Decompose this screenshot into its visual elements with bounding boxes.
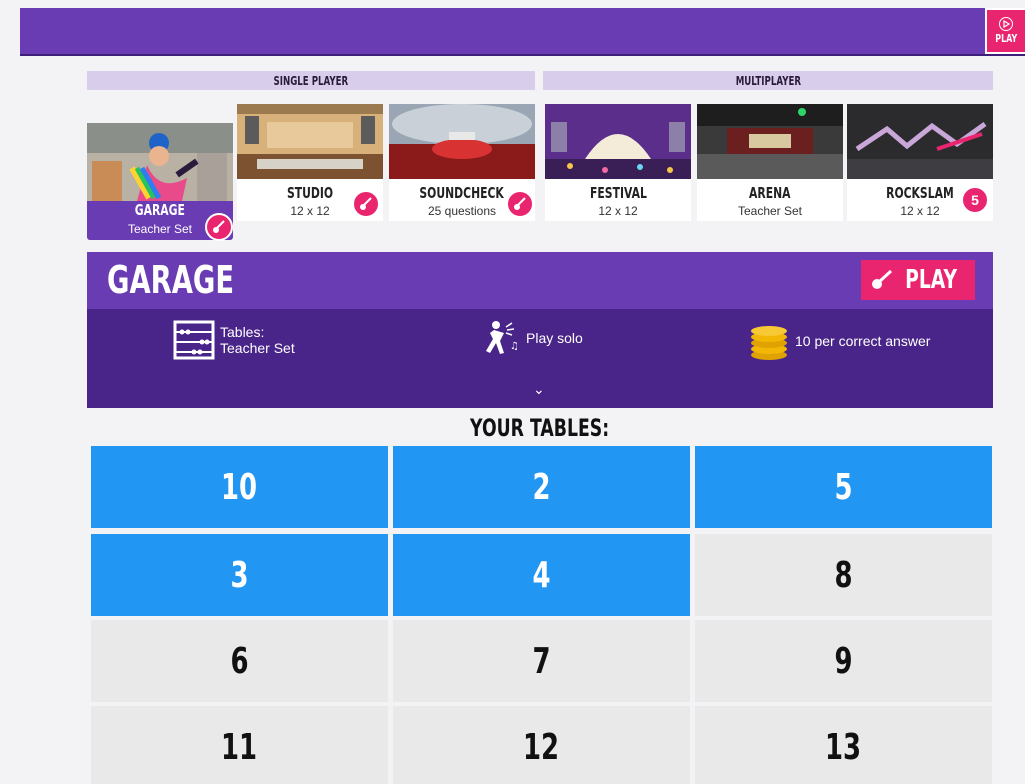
mode-card-festival[interactable]: FESTIVAL 12 x 12 [545, 104, 691, 221]
mode-name: FESTIVAL [589, 184, 647, 202]
festival-image [545, 104, 691, 179]
mode-card-soundcheck[interactable]: SOUNDCHECK 25 questions [389, 104, 535, 221]
tables-value: Teacher Set [220, 340, 295, 356]
table-tile[interactable]: 6 [91, 620, 388, 702]
table-tile-label: 6 [230, 640, 249, 682]
tables-info: Tables: Teacher Set [172, 319, 295, 361]
mode-sub: Teacher Set [737, 204, 803, 218]
your-tables-label: YOUR TABLES: [470, 414, 610, 442]
play-mode-info: ♫ Play solo [482, 319, 583, 357]
multiplayer-header: MULTIPLAYER [543, 71, 993, 90]
single-player-label: SINGLE PLAYER [273, 73, 349, 88]
play-button[interactable]: PLAY [861, 260, 975, 300]
table-tile-label: 11 [221, 726, 258, 768]
table-tile[interactable]: 11 [91, 706, 388, 784]
studio-image [237, 104, 383, 179]
table-tile-label: 7 [532, 640, 551, 682]
abacus-icon [173, 320, 215, 360]
multiplayer-label: MULTIPLAYER [735, 73, 801, 88]
mode-info-bar: Tables: Teacher Set ♫ Play solo 10 per c… [87, 309, 993, 408]
selected-mode-title: GARAGE [107, 258, 235, 302]
table-tile[interactable]: 2 [393, 446, 690, 528]
table-tile-label: 9 [834, 640, 853, 682]
table-tile[interactable]: 10 [91, 446, 388, 528]
chevron-down-icon[interactable]: ⌄ [533, 381, 545, 398]
coins-label: 10 per correct answer [795, 333, 931, 349]
top-play-button[interactable]: PLAY [985, 8, 1025, 54]
guitar-icon [352, 190, 380, 218]
soundcheck-image [389, 104, 535, 179]
tables-label: Tables: [220, 324, 265, 340]
table-tile[interactable]: 5 [695, 446, 992, 528]
table-tile[interactable]: 12 [393, 706, 690, 784]
table-tile[interactable]: 13 [695, 706, 992, 784]
table-tile-label: 2 [532, 466, 551, 508]
mode-card-garage[interactable]: GARAGE Teacher Set [87, 123, 233, 241]
table-tile-label: 4 [532, 554, 551, 596]
rockslam-image [847, 104, 993, 179]
single-player-header: SINGLE PLAYER [87, 71, 535, 90]
coins-icon [751, 326, 787, 360]
table-tile-label: 8 [834, 554, 853, 596]
singer-icon: ♫ [486, 321, 519, 354]
play-mode-label: Play solo [526, 330, 583, 346]
garage-image [87, 123, 233, 201]
coins-info: 10 per correct answer [747, 319, 930, 363]
table-tile-label: 10 [221, 466, 258, 508]
mode-card-studio[interactable]: STUDIO 12 x 12 [237, 104, 383, 221]
challenge-count-badge: 5 [961, 186, 989, 214]
play-button-label: PLAY [905, 265, 957, 295]
table-tile[interactable]: 9 [695, 620, 992, 702]
mode-card-arena[interactable]: ARENA Teacher Set [697, 104, 843, 221]
top-play-label: PLAY [995, 32, 1017, 45]
guitar-icon [506, 190, 534, 218]
mode-sub: 12 x 12 [598, 204, 638, 218]
mode-name: ARENA [749, 184, 791, 202]
table-tile[interactable]: 8 [695, 534, 992, 616]
arena-image [697, 104, 843, 179]
top-bar: PLAY [20, 8, 1025, 56]
selected-mode-banner: GARAGE PLAY [87, 252, 993, 309]
table-tile[interactable]: 4 [393, 534, 690, 616]
table-tile-label: 3 [230, 554, 249, 596]
your-tables-heading: YOUR TABLES: [87, 414, 993, 443]
svg-text:♫: ♫ [510, 341, 519, 352]
guitar-icon [205, 213, 233, 241]
table-tile-label: 13 [825, 726, 862, 768]
table-tile[interactable]: 3 [91, 534, 388, 616]
guitar-icon [871, 269, 892, 289]
mode-card-rockslam[interactable]: ROCKSLAM 12 x 12 5 [847, 104, 993, 221]
table-tile[interactable]: 7 [393, 620, 690, 702]
table-tile-label: 12 [523, 726, 560, 768]
table-tile-label: 5 [834, 466, 853, 508]
play-circle-icon [999, 17, 1013, 31]
